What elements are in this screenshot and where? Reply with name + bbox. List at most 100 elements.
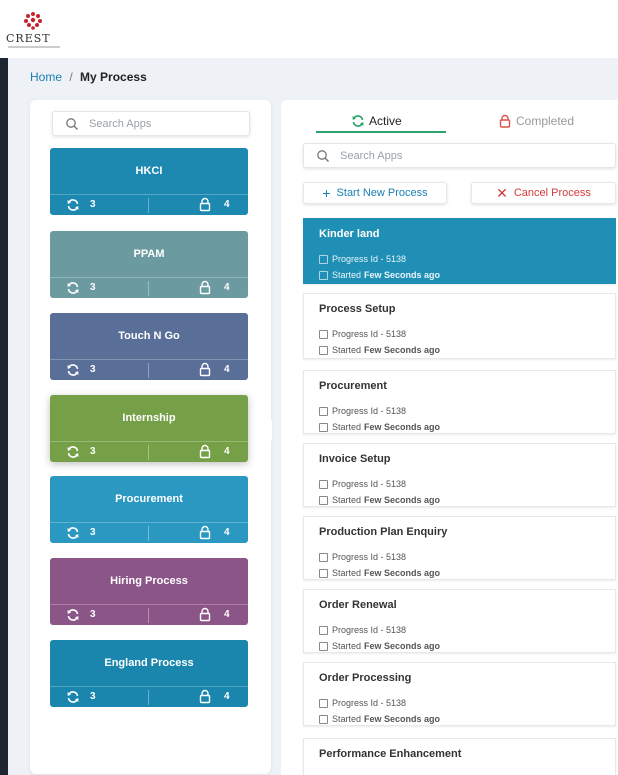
footer-divider <box>148 363 149 378</box>
footer-divider <box>148 526 149 541</box>
document-icon <box>319 552 328 562</box>
tab-completed-label: Completed <box>516 114 575 128</box>
active-count: 3 <box>90 199 96 210</box>
process-progress-id: Progress Id - 5138 <box>332 329 407 339</box>
breadcrumb-current: My Process <box>80 70 147 84</box>
app-card[interactable]: HKCI 3 4 <box>50 148 248 215</box>
document-icon <box>319 698 328 708</box>
process-started-label: Started <box>332 422 362 432</box>
process-started-line: Started Few Seconds ago <box>319 270 440 280</box>
footer-divider <box>148 198 149 213</box>
process-progress-id: Progress Id - 5138 <box>332 552 407 562</box>
top-bar: CREST <box>0 0 618 58</box>
lock-icon <box>199 607 211 622</box>
process-title: Kinder land <box>319 228 380 240</box>
process-row[interactable]: Production Plan Enquiry Progress Id - 513… <box>303 516 616 580</box>
app-card[interactable]: Touch N Go 3 4 <box>50 313 248 380</box>
close-icon: ✕ <box>496 185 508 201</box>
process-row[interactable]: Order Renewal Progress Id - 5138 Started Fe… <box>303 589 616 653</box>
process-panel: Active Completed Search Apps + Start New… <box>281 100 618 775</box>
app-card-footer: 34 <box>50 194 248 215</box>
crest-logo[interactable]: CREST <box>4 8 64 52</box>
breadcrumb-home-link[interactable]: Home <box>30 70 62 84</box>
cancel-process-button[interactable]: ✕ Cancel Process <box>471 182 616 204</box>
left-edge-strip <box>0 58 8 775</box>
process-started-line: Started Few Seconds ago <box>319 568 440 578</box>
process-row[interactable]: Invoice Setup Progress Id - 5138 Started Fe… <box>303 443 616 507</box>
completed-count: 4 <box>224 527 230 538</box>
tab-active[interactable]: Active <box>351 110 402 132</box>
app-card-name: HKCI <box>135 165 163 177</box>
breadcrumb-separator: / <box>69 70 73 84</box>
process-progress-line: Progress Id - 5138 <box>319 625 406 635</box>
process-started-value: Few Seconds ago <box>364 714 441 724</box>
calendar-icon <box>319 495 328 505</box>
process-search-input[interactable]: Search Apps <box>303 143 616 168</box>
process-row[interactable]: Procurement Progress Id - 5138 Started Few … <box>303 370 616 434</box>
app-card-footer: 34 <box>50 359 248 380</box>
app-card[interactable]: Internship 3 4 <box>50 395 248 462</box>
lock-icon <box>199 689 211 704</box>
app-card[interactable]: PPAM 3 4 <box>50 231 248 298</box>
footer-divider <box>148 445 149 460</box>
app-card-name: Hiring Process <box>110 575 188 587</box>
calendar-icon <box>319 714 328 724</box>
start-new-process-label: Start New Process <box>336 187 428 199</box>
process-progress-line: Progress Id - 5138 <box>319 406 406 416</box>
process-started-value: Few Seconds ago <box>364 568 441 578</box>
sync-icon <box>67 199 79 211</box>
process-started-value: Few Seconds ago <box>364 345 441 355</box>
process-title: Invoice Setup <box>319 453 391 465</box>
tab-completed[interactable]: Completed <box>498 110 574 132</box>
app-card[interactable]: Procurement 3 4 <box>50 476 248 543</box>
app-card[interactable]: Hiring Process 3 4 <box>50 558 248 625</box>
app-card-footer: 34 <box>50 686 248 707</box>
calendar-icon <box>319 345 328 355</box>
app-card-footer: 34 <box>50 604 248 625</box>
lock-icon <box>199 444 211 459</box>
process-progress-line: Progress Id - 5138 <box>319 254 406 264</box>
calendar-icon <box>319 270 328 280</box>
apps-search-input[interactable]: Search Apps <box>52 111 250 136</box>
process-title: Order Renewal <box>319 599 397 611</box>
sync-icon <box>67 527 79 539</box>
active-count: 3 <box>90 282 96 293</box>
active-count: 3 <box>90 527 96 538</box>
process-title: Order Processing <box>319 672 412 684</box>
start-new-process-button[interactable]: + Start New Process <box>303 182 447 204</box>
process-progress-id: Progress Id - 5138 <box>332 406 407 416</box>
process-row[interactable]: Kinder land Progress Id - 5138 Started Few … <box>303 218 616 284</box>
process-started-line: Started Few Seconds ago <box>319 345 440 355</box>
lock-icon <box>199 197 211 212</box>
process-row[interactable]: Order Processing Progress Id - 5138 Starte… <box>303 662 616 726</box>
process-progress-id: Progress Id - 5138 <box>332 254 407 264</box>
lock-icon <box>199 525 211 540</box>
lock-icon <box>199 280 211 295</box>
process-progress-id: Progress Id - 5138 <box>332 625 407 635</box>
main-content: Home / My Process Search Apps HKCI 3 4 PPAM… <box>8 58 618 775</box>
lock-icon <box>199 362 211 377</box>
completed-count: 4 <box>224 691 230 702</box>
cancel-process-label: Cancel Process <box>513 187 591 199</box>
process-row[interactable]: Performance EnhancementProgress Id - 513… <box>303 738 616 775</box>
active-count: 3 <box>90 691 96 702</box>
process-progress-line: Progress Id - 5138 <box>319 329 406 339</box>
sync-icon <box>67 691 79 703</box>
process-started-value: Few Seconds ago <box>364 270 441 280</box>
process-started-value: Few Seconds ago <box>364 641 441 651</box>
calendar-icon <box>319 422 328 432</box>
process-progress-line: Progress Id - 5138 <box>319 552 406 562</box>
search-icon <box>317 150 329 162</box>
completed-count: 4 <box>224 609 230 620</box>
completed-count: 4 <box>224 446 230 457</box>
completed-count: 4 <box>224 364 230 375</box>
process-started-label: Started <box>332 495 362 505</box>
process-row[interactable]: Process Setup Progress Id - 5138 Started Fe… <box>303 293 616 359</box>
process-progress-id: Progress Id - 5138 <box>332 479 407 489</box>
app-card-name: Internship <box>122 412 176 424</box>
process-title: Procurement <box>319 380 387 392</box>
calendar-icon <box>319 641 328 651</box>
process-started-line: Started Few Seconds ago <box>319 641 440 651</box>
crest-logo-mark-icon <box>24 12 42 30</box>
app-card[interactable]: England Process 3 4 <box>50 640 248 707</box>
